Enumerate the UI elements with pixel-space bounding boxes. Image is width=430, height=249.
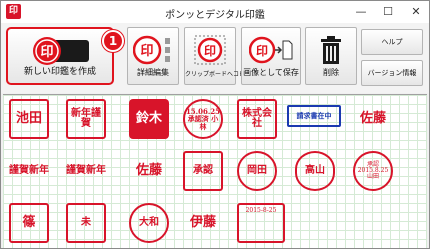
stamp-item[interactable]: 2015-8-25 bbox=[237, 203, 285, 243]
detail-edit-label: 詳細編集 bbox=[137, 68, 169, 77]
stamp-edit-icon: 印 bbox=[132, 35, 173, 68]
maximize-button[interactable]: ☐ bbox=[373, 1, 403, 23]
stamp-copy-icon: 印 bbox=[193, 35, 227, 68]
title-bar: 印 ポンッとデジタル印鑑 — ☐ ✕ bbox=[1, 1, 429, 23]
stamp-item[interactable]: 佐藤 bbox=[353, 99, 393, 139]
stamp-item[interactable]: 15.06.25 承認済 小林 bbox=[183, 99, 223, 139]
svg-text:印: 印 bbox=[40, 45, 53, 60]
close-button[interactable]: ✕ bbox=[401, 1, 430, 23]
stamp-item[interactable]: 岡田 bbox=[237, 151, 277, 191]
stamp-gallery: 池田 新年謹賀 鈴木 15.06.25 承認済 小林 株式会社 請求書在中 佐藤… bbox=[3, 94, 427, 248]
stamp-item[interactable]: 佐藤 bbox=[129, 151, 169, 191]
stamp-item[interactable]: 大和 bbox=[129, 203, 169, 243]
clipboard-copy-label: クリップボードへコピー bbox=[185, 71, 252, 78]
svg-text:印: 印 bbox=[204, 44, 216, 58]
help-button[interactable]: ヘルプ bbox=[361, 29, 423, 55]
svg-text:印: 印 bbox=[256, 44, 268, 58]
new-stamp-button[interactable]: 印 新しい印鑑を作成 bbox=[6, 27, 114, 85]
svg-text:印: 印 bbox=[140, 44, 153, 59]
save-image-label: 画像として保存 bbox=[243, 68, 299, 77]
detail-edit-button[interactable]: 印 詳細編集 bbox=[127, 27, 179, 85]
stamp-item[interactable]: 謹賀新年 bbox=[66, 151, 106, 191]
stamp-item[interactable]: 請求書在中 bbox=[287, 105, 341, 127]
stamp-item[interactable]: 未 bbox=[66, 203, 106, 243]
stamp-item[interactable]: 鈴木 bbox=[129, 99, 169, 139]
stamp-item[interactable]: 池田 bbox=[9, 99, 49, 139]
version-info-button[interactable]: バージョン情報 bbox=[361, 60, 423, 86]
stamp-item[interactable]: 伊藤 bbox=[183, 203, 223, 243]
toolbar: 印 新しい印鑑を作成 1 印 詳細編集 印 クリップボードへコピー 印 画像とし… bbox=[1, 23, 429, 93]
stamp-item[interactable]: 新年謹賀 bbox=[66, 99, 106, 139]
delete-label: 削除 bbox=[323, 68, 339, 77]
delete-button[interactable]: 削除 bbox=[305, 27, 357, 85]
stamp-item[interactable]: 承認 2015.8.25 山田 bbox=[353, 151, 393, 191]
trash-icon bbox=[320, 35, 342, 68]
app-window: 印 ポンッとデジタル印鑑 — ☐ ✕ 印 新しい印鑑を作成 1 印 詳細編集 印… bbox=[0, 0, 430, 249]
minimize-button[interactable]: — bbox=[346, 1, 376, 23]
clipboard-copy-button[interactable]: 印 クリップボードへコピー bbox=[184, 27, 252, 85]
stamp-item[interactable]: 株式会社 bbox=[237, 99, 277, 139]
save-image-button[interactable]: 印 画像として保存 bbox=[241, 27, 301, 85]
stamp-item[interactable]: 篠 bbox=[9, 203, 49, 243]
save-image-icon: 印 bbox=[248, 35, 293, 68]
stamp-item[interactable]: 承認 bbox=[183, 151, 223, 191]
stamp-item[interactable]: 高山 bbox=[295, 151, 335, 191]
new-stamp-label: 新しい印鑑を作成 bbox=[23, 67, 96, 77]
callout-badge: 1 bbox=[102, 30, 124, 52]
stamp-item[interactable]: 謹賀新年 bbox=[9, 151, 49, 191]
